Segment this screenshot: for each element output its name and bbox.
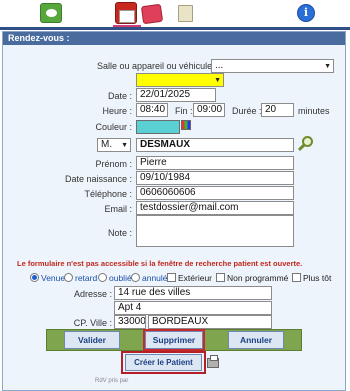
heure-label: Heure : — [102, 106, 132, 116]
date-label: Date : — [107, 91, 132, 101]
naissance-field[interactable]: 09/10/1984 — [136, 171, 294, 185]
warning-message: Le formulaire n'est pas accessible si la… — [17, 259, 303, 268]
date-field[interactable]: 22/01/2025 — [136, 88, 216, 102]
note-textarea[interactable] — [136, 215, 294, 247]
supprimer-button[interactable]: Supprimer — [143, 329, 205, 351]
oublie-radio[interactable] — [98, 273, 107, 282]
info-icon[interactable]: i — [297, 4, 315, 22]
chevron-down-icon: ▼ — [214, 77, 221, 84]
plus-tot-label: Plus tôt — [303, 273, 332, 283]
minutes-label: minutes — [298, 106, 330, 116]
exterieur-label: Extérieur — [178, 273, 213, 283]
search-icon[interactable] — [297, 136, 314, 152]
color-swatch[interactable] — [136, 120, 180, 134]
chevron-down-icon: ▼ — [121, 142, 128, 149]
naissance-label: Date naissance : — [64, 174, 132, 184]
non-programme-checkbox[interactable] — [216, 273, 225, 282]
salle-select-value: ... — [215, 60, 224, 71]
duree-field[interactable]: 20 — [261, 103, 294, 117]
telephone-field[interactable]: 0606060606 — [136, 186, 294, 200]
heure-field[interactable]: 08:40 — [136, 103, 168, 117]
email-field[interactable]: testdossier@mail.com — [136, 201, 294, 215]
cp-ville-label: CP. Ville : — [73, 318, 112, 328]
annule-radio[interactable] — [131, 273, 140, 282]
telephone-label: Téléphone : — [84, 189, 132, 199]
toolbar-separator — [0, 27, 350, 30]
oublie-label: oublié — [109, 273, 132, 283]
panel-title: Rendez-vous : — [3, 32, 345, 45]
footer-text: RdV pris par — [95, 378, 129, 384]
top-toolbar: i — [0, 0, 350, 28]
fin-field[interactable]: 09:00 — [193, 103, 225, 117]
cp-field[interactable]: 33000 — [114, 315, 146, 329]
calendar-icon[interactable] — [115, 2, 137, 24]
civilite-select[interactable]: M. ▼ — [97, 138, 131, 152]
venue-radio[interactable] — [30, 273, 39, 282]
couleur-label: Couleur : — [95, 122, 132, 132]
retard-radio[interactable] — [64, 273, 73, 282]
secondary-select[interactable]: ▼ — [136, 73, 224, 87]
adresse-label: Adresse : — [73, 289, 112, 299]
venue-label: Venue — [41, 273, 66, 283]
annuler-button[interactable]: Annuler — [228, 331, 284, 349]
palette-icon[interactable] — [181, 120, 191, 130]
exterieur-checkbox[interactable] — [167, 273, 176, 282]
creer-patient-button[interactable]: Créer le Patient — [125, 354, 202, 371]
printer-icon[interactable] — [207, 355, 219, 368]
chevron-down-icon: ▼ — [324, 63, 331, 70]
annule-label: annulé — [142, 273, 168, 283]
retard-label: retard — [75, 273, 98, 283]
email-label: Email : — [104, 204, 132, 214]
chat-icon[interactable] — [40, 3, 62, 23]
ville-field[interactable]: BORDEAUX — [148, 315, 272, 329]
plus-tot-checkbox[interactable] — [292, 273, 301, 282]
valider-button[interactable]: Valider — [64, 331, 120, 349]
fin-label: Fin : — [175, 106, 193, 116]
duree-label: Durée : — [232, 106, 262, 116]
civilite-select-value: M. — [101, 139, 113, 150]
adresse-line1-field[interactable]: 14 rue des villes — [114, 286, 272, 300]
folder-icon[interactable] — [140, 3, 164, 25]
salle-select[interactable]: ... ▼ — [211, 59, 334, 73]
prenom-field[interactable]: Pierre — [136, 156, 294, 170]
adresse-line2-field[interactable]: Apt 4 — [114, 301, 272, 315]
note-label: Note : — [107, 228, 132, 238]
note-icon[interactable] — [178, 5, 193, 22]
salle-label: Salle ou appareil ou véhicule : — [97, 61, 218, 71]
prenom-label: Prénom : — [95, 159, 132, 169]
nom-field[interactable]: DESMAUX — [136, 138, 294, 152]
non-programme-label: Non programmé — [227, 273, 289, 283]
